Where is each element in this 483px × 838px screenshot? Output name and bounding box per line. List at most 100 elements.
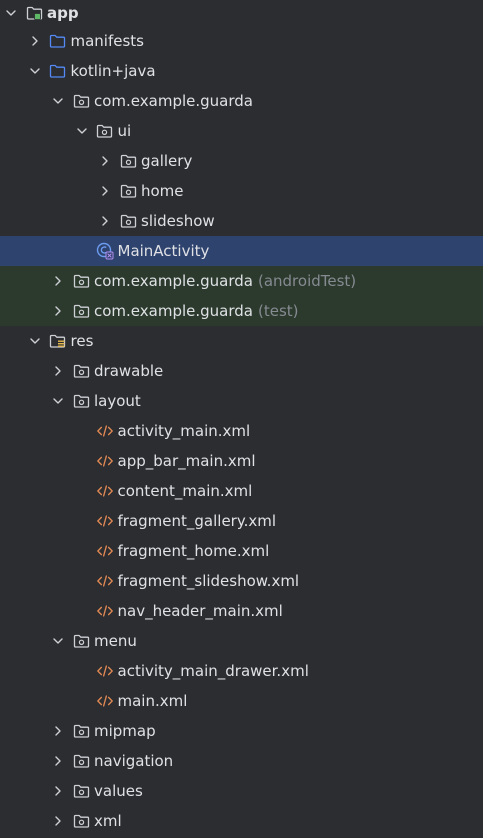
package-folder-icon [72, 363, 90, 379]
chevron-down-icon[interactable] [74, 123, 90, 139]
tree-item-gallery[interactable]: gallery [0, 146, 483, 176]
tree-item-drawable[interactable]: drawable [0, 356, 483, 386]
tree-item-fragment-slideshow-xml[interactable]: fragment_slideshow.xml [0, 566, 483, 596]
chevron-down-icon[interactable] [50, 393, 66, 409]
tree-item-label: drawable [94, 362, 164, 380]
tree-item-manifests[interactable]: manifests [0, 26, 483, 56]
package-folder-icon [72, 393, 90, 409]
resources-folder-icon [49, 333, 67, 349]
tree-item-label: fragment_gallery.xml [117, 512, 277, 530]
chevron-right-icon[interactable] [50, 363, 66, 379]
tree-item-mipmap[interactable]: mipmap [0, 716, 483, 746]
tree-item-ui[interactable]: ui [0, 116, 483, 146]
tree-item-values[interactable]: values [0, 776, 483, 806]
package-folder-icon [72, 303, 90, 319]
tree-item-fragment-home-xml[interactable]: fragment_home.xml [0, 536, 483, 566]
blue-folder-icon [49, 63, 67, 79]
chevron-down-icon[interactable] [27, 63, 43, 79]
chevron-right-icon[interactable] [27, 33, 43, 49]
chevron-right-icon[interactable] [97, 183, 113, 199]
tree-item-label: home [141, 182, 184, 200]
tree-item-label: navigation [94, 752, 174, 770]
tree-item-home[interactable]: home [0, 176, 483, 206]
chevron-down-icon[interactable] [3, 5, 19, 21]
tree-item-menu[interactable]: menu [0, 626, 483, 656]
package-folder-icon [72, 633, 90, 649]
tree-item-com-example-guarda[interactable]: com.example.guarda [0, 86, 483, 116]
xml-file-icon [96, 483, 114, 499]
chevron-right-icon[interactable] [50, 273, 66, 289]
tree-item-com-example-guarda-test[interactable]: com.example.guarda (test) [0, 296, 483, 326]
tree-item-label: layout [94, 392, 141, 410]
tree-item-label: fragment_home.xml [117, 542, 270, 560]
tree-item-label: activity_main.xml [117, 422, 251, 440]
tree-item-label: ui [117, 122, 132, 140]
tree-item-label: gallery [141, 152, 193, 170]
tree-item-label: menu [94, 632, 137, 650]
tree-item-label: com.example.guarda [94, 302, 253, 320]
tree-item-activity-main-drawer-xml[interactable]: activity_main_drawer.xml [0, 656, 483, 686]
source-set-suffix: (test) [257, 302, 299, 320]
tree-item-com-example-guarda-androidtest[interactable]: com.example.guarda (androidTest) [0, 266, 483, 296]
xml-file-icon [96, 513, 114, 529]
tree-item-content-main-xml[interactable]: content_main.xml [0, 476, 483, 506]
tree-item-label: com.example.guarda [94, 92, 253, 110]
tree-item-main-xml[interactable]: main.xml [0, 686, 483, 716]
tree-item-label: main.xml [117, 692, 188, 710]
xml-file-icon [96, 453, 114, 469]
blue-folder-icon [49, 33, 67, 49]
tree-item-layout[interactable]: layout [0, 386, 483, 416]
tree-item-label: xml [94, 812, 122, 830]
chevron-right-icon[interactable] [50, 723, 66, 739]
package-folder-icon [72, 753, 90, 769]
package-folder-icon [72, 273, 90, 289]
package-folder-icon [72, 783, 90, 799]
xml-file-icon [96, 693, 114, 709]
chevron-down-icon[interactable] [50, 93, 66, 109]
xml-file-icon [96, 603, 114, 619]
source-set-suffix: (androidTest) [257, 272, 357, 290]
tree-item-activity-main-xml[interactable]: activity_main.xml [0, 416, 483, 446]
tree-item-fragment-gallery-xml[interactable]: fragment_gallery.xml [0, 506, 483, 536]
tree-item-label: nav_header_main.xml [117, 602, 283, 620]
chevron-right-icon[interactable] [97, 213, 113, 229]
package-folder-icon [72, 723, 90, 739]
tree-item-app[interactable]: app [0, 0, 483, 26]
project-tree: app manifests kotlin+java com.example.guard… [0, 0, 483, 838]
tree-item-nav-header-main-xml[interactable]: nav_header_main.xml [0, 596, 483, 626]
chevron-right-icon[interactable] [97, 153, 113, 169]
package-folder-icon [72, 813, 90, 829]
chevron-down-icon[interactable] [50, 633, 66, 649]
tree-item-label: values [94, 782, 143, 800]
tree-item-label: app_bar_main.xml [117, 452, 256, 470]
chevron-right-icon[interactable] [50, 813, 66, 829]
xml-file-icon [96, 543, 114, 559]
xml-file-icon [96, 423, 114, 439]
tree-item-mainactivity[interactable]: MainActivity [0, 236, 483, 266]
chevron-right-icon[interactable] [50, 783, 66, 799]
chevron-down-icon[interactable] [27, 333, 43, 349]
xml-file-icon [96, 663, 114, 679]
package-folder-icon [72, 93, 90, 109]
package-folder-icon [96, 123, 114, 139]
kotlin-class-icon [96, 242, 114, 260]
tree-item-label: kotlin+java [70, 62, 156, 80]
tree-item-label: com.example.guarda [94, 272, 253, 290]
package-folder-icon [119, 183, 137, 199]
tree-item-res[interactable]: res [0, 326, 483, 356]
tree-item-label: activity_main_drawer.xml [117, 662, 309, 680]
tree-item-label: res [70, 332, 94, 350]
tree-item-label: mipmap [94, 722, 156, 740]
chevron-right-icon[interactable] [50, 303, 66, 319]
tree-item-label: manifests [70, 32, 145, 50]
tree-item-xml[interactable]: xml [0, 806, 483, 836]
package-folder-icon [119, 213, 137, 229]
tree-item-label: app [47, 4, 79, 22]
tree-item-navigation[interactable]: navigation [0, 746, 483, 776]
xml-file-icon [96, 573, 114, 589]
tree-item-app-bar-main-xml[interactable]: app_bar_main.xml [0, 446, 483, 476]
chevron-right-icon[interactable] [50, 753, 66, 769]
tree-item-label: slideshow [141, 212, 215, 230]
tree-item-kotlin-java[interactable]: kotlin+java [0, 56, 483, 86]
tree-item-slideshow[interactable]: slideshow [0, 206, 483, 236]
